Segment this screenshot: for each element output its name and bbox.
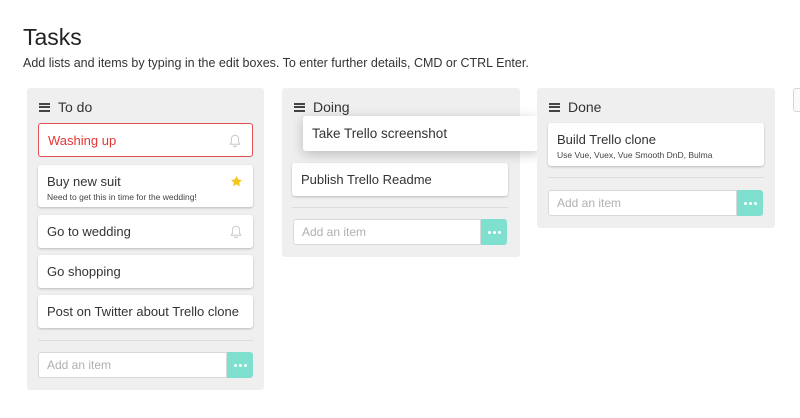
list-doing: Doing Publish Trello Readme: [282, 88, 520, 257]
add-item-button[interactable]: [481, 219, 507, 245]
card-title: Publish Trello Readme: [301, 172, 432, 187]
card-title: Washing up: [48, 133, 117, 148]
card-title: Build Trello clone: [557, 132, 656, 147]
divider: [292, 207, 508, 208]
more-dots-icon: [487, 230, 501, 234]
card-washing-up[interactable]: Washing up: [38, 123, 253, 157]
card-take-trello-screenshot[interactable]: Take Trello screenshot: [303, 116, 539, 151]
list-done: Done Build Trello clone Use Vue, Vuex, V…: [537, 88, 775, 228]
divider: [38, 340, 253, 341]
card-title: Buy new suit: [47, 174, 121, 189]
more-dots-icon: [743, 201, 757, 205]
page-title: Tasks: [23, 24, 82, 50]
list-title: To do: [58, 99, 93, 115]
add-item-input[interactable]: [548, 190, 737, 216]
more-dots-icon: [233, 363, 247, 367]
card-publish-trello-readme[interactable]: Publish Trello Readme: [292, 163, 508, 196]
add-item-button[interactable]: [227, 352, 253, 378]
bell-icon[interactable]: [229, 134, 241, 148]
page-subtitle: Add lists and items by typing in the edi…: [23, 56, 529, 70]
card-post-on-twitter[interactable]: Post on Twitter about Trello clone: [38, 295, 253, 328]
card-go-shopping[interactable]: Go shopping: [38, 255, 253, 288]
list-header: Done: [549, 98, 601, 116]
card-go-to-wedding[interactable]: Go to wedding: [38, 215, 253, 248]
card-title: Go to wedding: [47, 224, 131, 239]
card-description: Need to get this in time for the wedding…: [47, 192, 197, 202]
card-build-trello-clone[interactable]: Build Trello clone Use Vue, Vuex, Vue Sm…: [548, 123, 764, 166]
menu-icon[interactable]: [294, 102, 305, 112]
card-description: Use Vue, Vuex, Vue Smooth DnD, Bulma: [557, 150, 713, 160]
star-icon[interactable]: [230, 175, 243, 188]
divider: [548, 177, 764, 178]
add-item-input[interactable]: [38, 352, 227, 378]
card-buy-new-suit[interactable]: Buy new suit Need to get this in time fo…: [38, 165, 253, 207]
list-title: Doing: [313, 99, 350, 115]
list-header: Doing: [294, 98, 350, 116]
list-title: Done: [568, 99, 602, 115]
menu-icon[interactable]: [549, 102, 560, 112]
menu-icon[interactable]: [39, 102, 50, 112]
list-todo: To do Washing up Buy new suit Need to ge…: [27, 88, 264, 390]
card-title: Post on Twitter about Trello clone: [47, 304, 239, 319]
add-item-button[interactable]: [737, 190, 763, 216]
list-header: To do: [39, 98, 92, 116]
card-title: Take Trello screenshot: [312, 126, 448, 141]
add-item-input[interactable]: [293, 219, 481, 245]
bell-icon[interactable]: [230, 225, 242, 239]
card-title: Go shopping: [47, 264, 121, 279]
add-list-edge[interactable]: [793, 88, 800, 112]
